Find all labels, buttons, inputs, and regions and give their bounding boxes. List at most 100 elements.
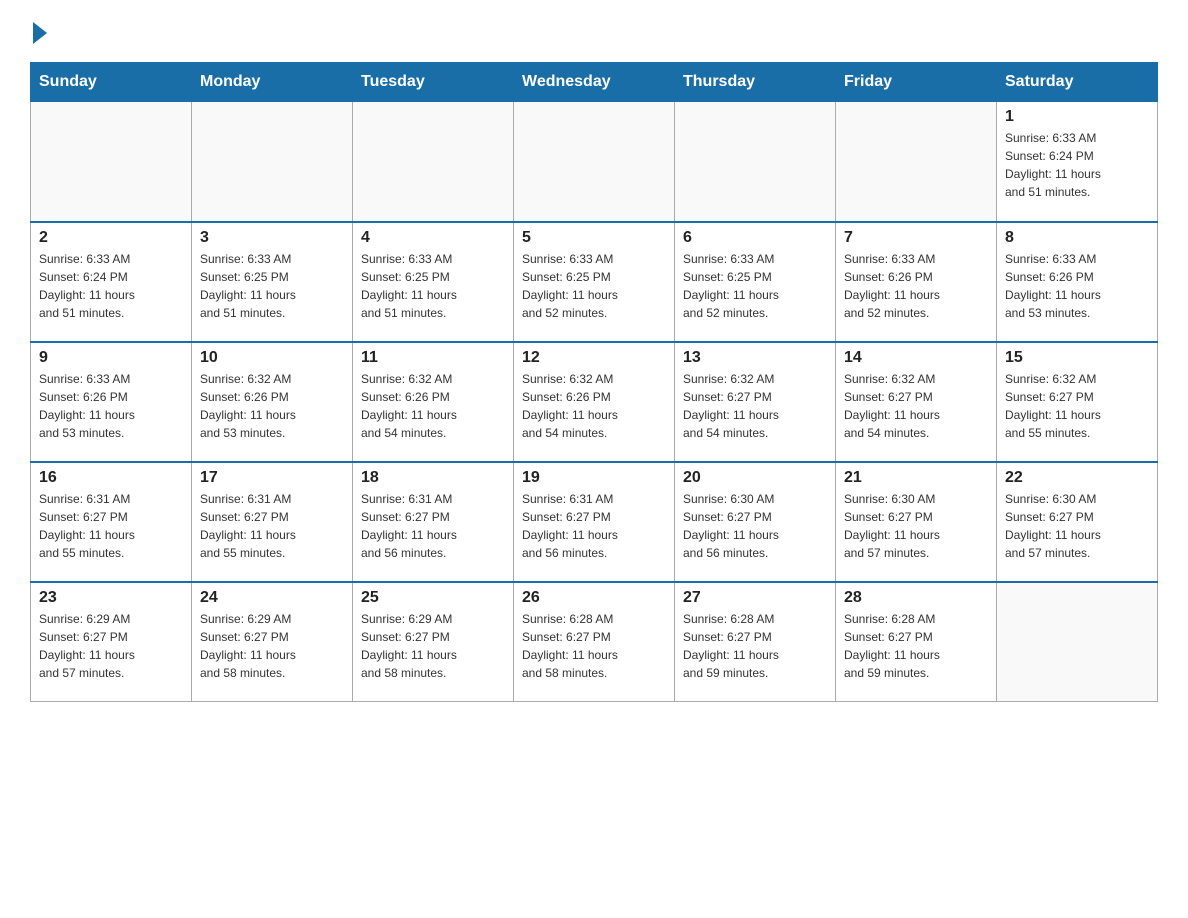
day-number: 9 [39, 349, 183, 367]
day-number: 25 [361, 589, 505, 607]
calendar-cell: 16 Sunrise: 6:31 AM Sunset: 6:27 PM Dayli… [31, 462, 192, 582]
day-number: 22 [1005, 469, 1149, 487]
calendar-cell: 3 Sunrise: 6:33 AM Sunset: 6:25 PM Daylig… [192, 222, 353, 342]
calendar-cell [514, 102, 675, 222]
calendar-cell: 2 Sunrise: 6:33 AM Sunset: 6:24 PM Daylig… [31, 222, 192, 342]
weekday-header-saturday: Saturday [997, 63, 1158, 102]
day-info: Sunrise: 6:32 AM Sunset: 6:27 PM Dayligh… [683, 370, 827, 442]
day-info: Sunrise: 6:32 AM Sunset: 6:27 PM Dayligh… [844, 370, 988, 442]
day-info: Sunrise: 6:33 AM Sunset: 6:26 PM Dayligh… [1005, 250, 1149, 322]
day-number: 1 [1005, 108, 1149, 126]
day-info: Sunrise: 6:30 AM Sunset: 6:27 PM Dayligh… [844, 490, 988, 562]
day-number: 8 [1005, 229, 1149, 247]
calendar-cell: 19 Sunrise: 6:31 AM Sunset: 6:27 PM Dayli… [514, 462, 675, 582]
calendar-cell [836, 102, 997, 222]
calendar-cell: 1 Sunrise: 6:33 AM Sunset: 6:24 PM Daylig… [997, 102, 1158, 222]
day-number: 11 [361, 349, 505, 367]
logo-arrow-icon [33, 22, 47, 44]
day-number: 13 [683, 349, 827, 367]
calendar-cell: 8 Sunrise: 6:33 AM Sunset: 6:26 PM Daylig… [997, 222, 1158, 342]
day-number: 20 [683, 469, 827, 487]
calendar-cell: 4 Sunrise: 6:33 AM Sunset: 6:25 PM Daylig… [353, 222, 514, 342]
calendar-cell: 7Sunrise: 6:33 AM Sunset: 6:26 PM Daylig… [836, 222, 997, 342]
calendar-cell [192, 102, 353, 222]
day-info: Sunrise: 6:33 AM Sunset: 6:25 PM Dayligh… [361, 250, 505, 322]
calendar-table: SundayMondayTuesdayWednesdayThursdayFrid… [30, 62, 1158, 702]
day-info: Sunrise: 6:33 AM Sunset: 6:25 PM Dayligh… [200, 250, 344, 322]
calendar-cell: 10 Sunrise: 6:32 AM Sunset: 6:26 PM Dayli… [192, 342, 353, 462]
day-info: Sunrise: 6:28 AM Sunset: 6:27 PM Dayligh… [844, 610, 988, 682]
day-number: 2 [39, 229, 183, 247]
day-info: Sunrise: 6:29 AM Sunset: 6:27 PM Dayligh… [39, 610, 183, 682]
calendar-cell: 9Sunrise: 6:33 AM Sunset: 6:26 PM Daylig… [31, 342, 192, 462]
calendar-cell: 15Sunrise: 6:32 AM Sunset: 6:27 PM Dayli… [997, 342, 1158, 462]
day-info: Sunrise: 6:33 AM Sunset: 6:24 PM Dayligh… [1005, 129, 1149, 201]
day-info: Sunrise: 6:31 AM Sunset: 6:27 PM Dayligh… [39, 490, 183, 562]
calendar-week-row: 9Sunrise: 6:33 AM Sunset: 6:26 PM Daylig… [31, 342, 1158, 462]
calendar-cell: 27Sunrise: 6:28 AM Sunset: 6:27 PM Dayli… [675, 582, 836, 702]
day-info: Sunrise: 6:28 AM Sunset: 6:27 PM Dayligh… [683, 610, 827, 682]
calendar-cell [675, 102, 836, 222]
calendar-cell: 6 Sunrise: 6:33 AM Sunset: 6:25 PM Daylig… [675, 222, 836, 342]
day-number: 12 [522, 349, 666, 367]
calendar-cell: 11 Sunrise: 6:32 AM Sunset: 6:26 PM Dayli… [353, 342, 514, 462]
weekday-header-wednesday: Wednesday [514, 63, 675, 102]
calendar-week-row: 16 Sunrise: 6:31 AM Sunset: 6:27 PM Dayli… [31, 462, 1158, 582]
day-number: 18 [361, 469, 505, 487]
calendar-cell: 26 Sunrise: 6:28 AM Sunset: 6:27 PM Dayli… [514, 582, 675, 702]
calendar-week-row: 23 Sunrise: 6:29 AM Sunset: 6:27 PM Dayli… [31, 582, 1158, 702]
day-number: 4 [361, 229, 505, 247]
calendar-week-row: 1 Sunrise: 6:33 AM Sunset: 6:24 PM Daylig… [31, 102, 1158, 222]
calendar-cell: 23 Sunrise: 6:29 AM Sunset: 6:27 PM Dayli… [31, 582, 192, 702]
day-info: Sunrise: 6:33 AM Sunset: 6:24 PM Dayligh… [39, 250, 183, 322]
day-info: Sunrise: 6:32 AM Sunset: 6:26 PM Dayligh… [361, 370, 505, 442]
weekday-header-row: SundayMondayTuesdayWednesdayThursdayFrid… [31, 63, 1158, 102]
calendar-cell: 18 Sunrise: 6:31 AM Sunset: 6:27 PM Dayli… [353, 462, 514, 582]
day-number: 14 [844, 349, 988, 367]
calendar-cell: 13 Sunrise: 6:32 AM Sunset: 6:27 PM Dayli… [675, 342, 836, 462]
day-number: 26 [522, 589, 666, 607]
day-info: Sunrise: 6:32 AM Sunset: 6:27 PM Dayligh… [1005, 370, 1149, 442]
calendar-cell: 25Sunrise: 6:29 AM Sunset: 6:27 PM Dayli… [353, 582, 514, 702]
logo [30, 20, 47, 44]
calendar-cell [997, 582, 1158, 702]
calendar-cell: 24 Sunrise: 6:29 AM Sunset: 6:27 PM Dayli… [192, 582, 353, 702]
day-info: Sunrise: 6:33 AM Sunset: 6:25 PM Dayligh… [683, 250, 827, 322]
day-number: 23 [39, 589, 183, 607]
calendar-cell: 20 Sunrise: 6:30 AM Sunset: 6:27 PM Dayli… [675, 462, 836, 582]
weekday-header-tuesday: Tuesday [353, 63, 514, 102]
day-info: Sunrise: 6:32 AM Sunset: 6:26 PM Dayligh… [200, 370, 344, 442]
day-number: 21 [844, 469, 988, 487]
calendar-cell [31, 102, 192, 222]
calendar-cell: 21 Sunrise: 6:30 AM Sunset: 6:27 PM Dayli… [836, 462, 997, 582]
weekday-header-friday: Friday [836, 63, 997, 102]
day-number: 17 [200, 469, 344, 487]
weekday-header-monday: Monday [192, 63, 353, 102]
weekday-header-thursday: Thursday [675, 63, 836, 102]
day-number: 5 [522, 229, 666, 247]
day-info: Sunrise: 6:33 AM Sunset: 6:25 PM Dayligh… [522, 250, 666, 322]
calendar-cell: 12 Sunrise: 6:32 AM Sunset: 6:26 PM Dayli… [514, 342, 675, 462]
day-number: 10 [200, 349, 344, 367]
day-info: Sunrise: 6:29 AM Sunset: 6:27 PM Dayligh… [200, 610, 344, 682]
day-info: Sunrise: 6:31 AM Sunset: 6:27 PM Dayligh… [522, 490, 666, 562]
day-number: 3 [200, 229, 344, 247]
day-number: 24 [200, 589, 344, 607]
day-number: 16 [39, 469, 183, 487]
day-info: Sunrise: 6:31 AM Sunset: 6:27 PM Dayligh… [200, 490, 344, 562]
day-info: Sunrise: 6:31 AM Sunset: 6:27 PM Dayligh… [361, 490, 505, 562]
day-number: 19 [522, 469, 666, 487]
calendar-cell: 17 Sunrise: 6:31 AM Sunset: 6:27 PM Dayli… [192, 462, 353, 582]
weekday-header-sunday: Sunday [31, 63, 192, 102]
day-info: Sunrise: 6:33 AM Sunset: 6:26 PM Dayligh… [844, 250, 988, 322]
day-info: Sunrise: 6:32 AM Sunset: 6:26 PM Dayligh… [522, 370, 666, 442]
calendar-cell [353, 102, 514, 222]
calendar-week-row: 2 Sunrise: 6:33 AM Sunset: 6:24 PM Daylig… [31, 222, 1158, 342]
day-info: Sunrise: 6:30 AM Sunset: 6:27 PM Dayligh… [1005, 490, 1149, 562]
day-number: 28 [844, 589, 988, 607]
day-number: 6 [683, 229, 827, 247]
day-info: Sunrise: 6:28 AM Sunset: 6:27 PM Dayligh… [522, 610, 666, 682]
page-header [30, 20, 1158, 44]
day-info: Sunrise: 6:30 AM Sunset: 6:27 PM Dayligh… [683, 490, 827, 562]
calendar-cell: 5 Sunrise: 6:33 AM Sunset: 6:25 PM Daylig… [514, 222, 675, 342]
